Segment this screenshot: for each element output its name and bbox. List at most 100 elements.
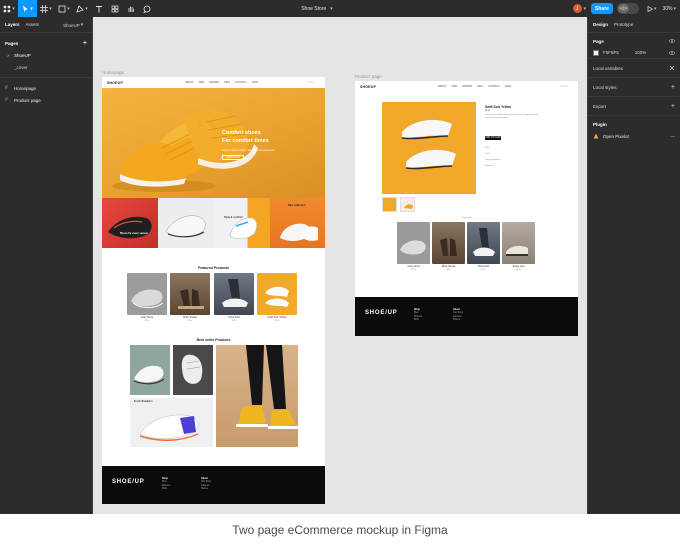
plugin-item[interactable]: Open Pixelot — xyxy=(588,130,680,142)
bestseller-tile[interactable] xyxy=(130,345,170,395)
footer-link[interactable]: Stores xyxy=(453,318,463,321)
bestseller-tile-wide[interactable]: Fresh Sneakers xyxy=(130,398,213,447)
bestseller-tile[interactable] xyxy=(173,345,213,395)
tab-prototype[interactable]: Prototype xyxy=(614,22,633,27)
zoom-level[interactable]: 30% xyxy=(662,6,672,12)
eye-icon[interactable] xyxy=(669,50,675,55)
plugin-icon xyxy=(593,133,599,139)
product-card[interactable]: Brick Sneak $95 xyxy=(170,273,210,325)
footer-logo[interactable]: SHOE/UP xyxy=(365,310,398,316)
footer-column: About Our Story Careers Stores xyxy=(453,308,463,322)
page-item-shoeup[interactable]: ✓ ShoeUP xyxy=(0,49,92,61)
canvas[interactable]: Homepage SHOEUP ABOUT MEN WOMEN KIDS CON… xyxy=(93,17,587,514)
category-tile[interactable]: Style & comfort xyxy=(214,198,270,248)
share-button[interactable]: Share xyxy=(591,3,613,14)
chevron-down-icon[interactable]: ▾ xyxy=(673,6,676,12)
nav-link[interactable]: WOMEN xyxy=(462,85,472,88)
product-detail-line[interactable]: Size xyxy=(485,147,489,150)
footer-logo[interactable]: SHOE/UP xyxy=(112,479,145,485)
hand-tool-button[interactable] xyxy=(123,0,139,17)
product-detail-line[interactable]: Color xyxy=(485,153,490,156)
category-tile[interactable]: New collection xyxy=(270,198,325,248)
product-card[interactable]: Gray Nova $120 xyxy=(127,273,167,325)
tab-assets[interactable]: Assets xyxy=(26,22,40,27)
product-thumbnail[interactable] xyxy=(382,197,397,212)
nav-link[interactable]: CONTACT xyxy=(488,85,500,88)
frame-label-product-page[interactable]: Product page xyxy=(355,74,382,79)
variables-icon[interactable] xyxy=(669,65,675,71)
nav-icons[interactable]: ⌕ ♡ ◻ xyxy=(307,80,314,84)
add-page-icon[interactable]: + xyxy=(83,40,87,47)
nav-link[interactable]: ABOUT xyxy=(438,85,447,88)
export-row[interactable]: Export + xyxy=(588,97,680,116)
file-name[interactable]: ShoeUP ▾ xyxy=(63,17,83,33)
nav-link[interactable]: MEN xyxy=(452,85,458,88)
fill-swatch[interactable] xyxy=(593,49,599,56)
hero-title-line-1: Comfort shoes xyxy=(222,130,261,136)
related-card[interactable]: Brick Sneak $95 xyxy=(432,222,465,272)
nav-link[interactable]: KIDS xyxy=(477,85,483,88)
related-card[interactable]: Gray Nova $120 xyxy=(397,222,430,272)
chevron-down-icon: ▾ xyxy=(67,5,70,12)
layer-homepage[interactable]: # Homepage xyxy=(0,82,92,94)
add-icon[interactable]: + xyxy=(671,103,675,110)
nav-link[interactable]: KIDS xyxy=(224,81,230,84)
shape-tool-button[interactable]: ▾ xyxy=(55,0,73,17)
frame-label-homepage[interactable]: Homepage xyxy=(102,70,124,75)
bestseller-tile-large[interactable] xyxy=(216,345,298,447)
product-detail-line[interactable]: Shipping details xyxy=(485,159,500,162)
play-icon[interactable] xyxy=(647,5,653,12)
page-fill-row[interactable]: F5F5F5 100% xyxy=(588,47,680,59)
frame-tool-button[interactable]: ▾ xyxy=(37,0,55,17)
pen-tool-button[interactable]: ▾ xyxy=(73,0,91,17)
layer-product-page[interactable]: # Product page xyxy=(0,94,92,106)
nav-link[interactable]: SALE xyxy=(252,81,258,84)
remove-icon[interactable]: — xyxy=(671,134,676,139)
tab-design[interactable]: Design xyxy=(593,22,608,27)
product-card[interactable]: Nova Drift $110 xyxy=(214,273,254,325)
main-menu-button[interactable]: ▾ xyxy=(0,0,18,17)
page-item-label: ShoeUP xyxy=(14,52,31,58)
nav-link[interactable]: CONTACT xyxy=(235,81,247,84)
fill-opacity[interactable]: 100% xyxy=(635,50,647,55)
add-to-cart-button[interactable]: ADD TO CART xyxy=(485,136,501,140)
resources-tool-button[interactable] xyxy=(107,0,123,17)
hero-shop-button[interactable]: SHOP NOW xyxy=(222,155,244,160)
fill-hex[interactable]: F5F5F5 xyxy=(603,50,619,55)
local-styles-row[interactable]: Local styles + xyxy=(588,78,680,97)
site-logo[interactable]: SHOEUP xyxy=(107,81,123,85)
product-detail-line[interactable]: Returns xyxy=(485,165,493,168)
nav-link[interactable]: MEN xyxy=(199,81,205,84)
comment-tool-button[interactable] xyxy=(139,0,155,17)
avatar[interactable]: J xyxy=(572,4,582,13)
category-tile[interactable] xyxy=(158,198,214,248)
product-card[interactable]: Swift Sole Yellow $130 xyxy=(257,273,297,325)
document-title[interactable]: Shoe Store ▾ xyxy=(285,0,349,17)
site-logo[interactable]: SHOEUP xyxy=(360,85,376,89)
tab-layers[interactable]: Layers xyxy=(5,22,20,27)
nav-icons[interactable]: ⌕ ♡ ◻ xyxy=(560,84,567,88)
eye-icon[interactable] xyxy=(669,39,675,43)
chevron-down-icon[interactable]: ▾ xyxy=(584,6,587,12)
product-image xyxy=(502,222,535,264)
chevron-down-icon[interactable]: ▾ xyxy=(654,6,657,12)
local-variables-row[interactable]: Local variables xyxy=(588,59,680,78)
footer-link[interactable]: Kids xyxy=(162,487,170,490)
page-item-cover[interactable]: _cover xyxy=(0,61,92,73)
product-page-frame[interactable]: SHOEUP ABOUT MEN WOMEN KIDS CONTACT SALE… xyxy=(355,81,578,336)
nav-link[interactable]: WOMEN xyxy=(209,81,219,84)
homepage-frame[interactable]: SHOEUP ABOUT MEN WOMEN KIDS CONTACT SALE… xyxy=(102,77,325,504)
related-card[interactable]: Street Low $105 xyxy=(502,222,535,272)
nav-link[interactable]: SALE xyxy=(505,85,511,88)
nav-link[interactable]: ABOUT xyxy=(185,81,194,84)
move-tool-button[interactable]: ▾ xyxy=(18,0,37,17)
category-tile[interactable]: Shoes for every season xyxy=(102,198,158,248)
footer-link[interactable]: Kids xyxy=(414,318,422,321)
product-main-image[interactable] xyxy=(382,102,476,194)
product-thumbnail[interactable] xyxy=(400,197,415,212)
text-tool-button[interactable] xyxy=(91,0,107,17)
add-icon[interactable]: + xyxy=(671,84,675,91)
footer-link[interactable]: Stores xyxy=(201,487,211,490)
related-card[interactable]: Nova Drift $110 xyxy=(467,222,500,272)
dev-mode-toggle[interactable]: </> xyxy=(616,3,639,14)
